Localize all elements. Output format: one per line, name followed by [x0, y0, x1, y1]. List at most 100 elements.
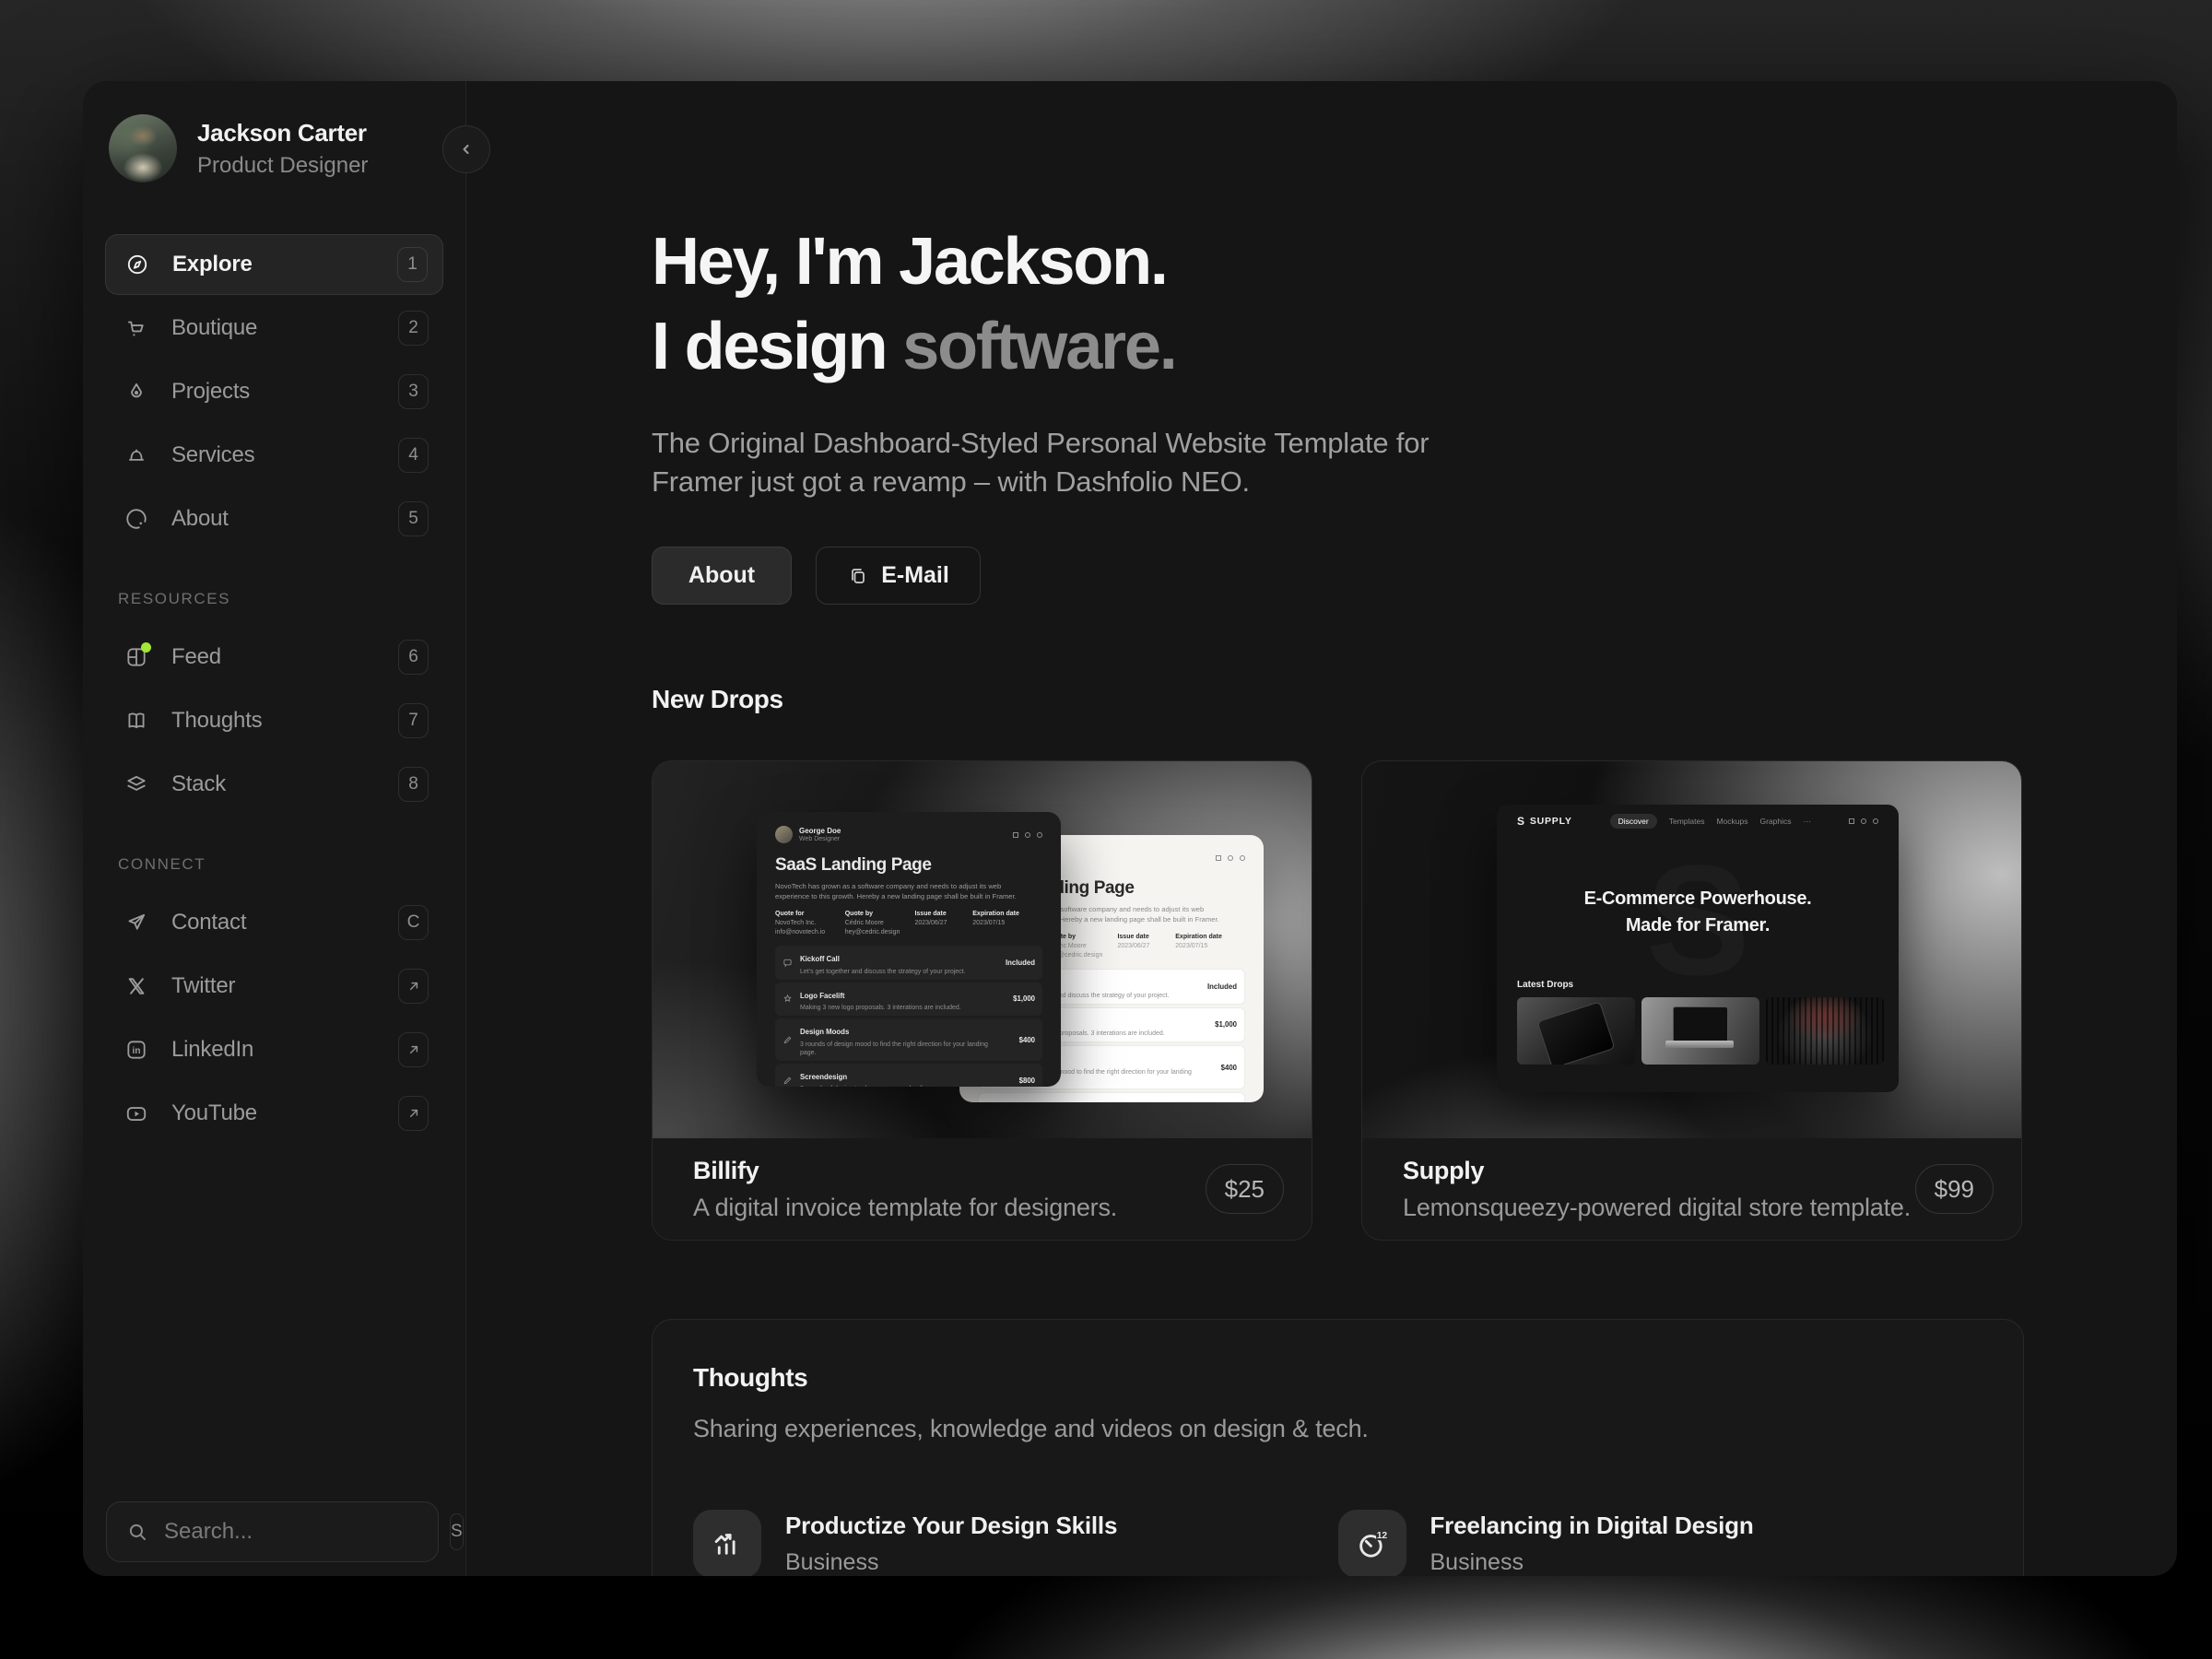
search-icon	[125, 1520, 149, 1544]
app-window: Jackson Carter Product Designer Explore …	[83, 81, 2177, 1576]
main-content: Hey, I'm Jackson. I design software. The …	[466, 81, 2177, 1576]
nav-label: Services	[171, 442, 255, 467]
external-arrow-icon	[398, 1032, 429, 1067]
invoice-meta-label: Quote by	[844, 910, 874, 917]
sidebar-collapse-button[interactable]	[442, 125, 490, 173]
shortcut-badge: 6	[398, 640, 429, 675]
chart-arrow-icon	[693, 1510, 761, 1576]
supply-nav-more: ···	[1803, 817, 1812, 826]
invoice-meta-label: Issue date	[914, 910, 947, 917]
section-label-resources: RESOURCES	[118, 590, 231, 607]
hero-subtitle: The Original Dashboard-Styled Personal W…	[652, 427, 1430, 498]
shortcut-badge: 2	[398, 311, 429, 346]
supply-latest-drops-label: Latest Drops	[1517, 980, 1574, 990]
thought-category: Business	[785, 1549, 879, 1575]
youtube-icon	[124, 1101, 148, 1125]
linkedin-icon: in	[124, 1038, 148, 1062]
sidebar-item-services[interactable]: Services 4	[105, 425, 443, 486]
compass-icon	[125, 253, 149, 276]
thumbnail-portrait	[1766, 997, 1884, 1065]
copy-icon	[847, 565, 869, 587]
layers-icon	[124, 772, 148, 796]
supply-social-icons	[1848, 818, 1878, 824]
book-icon	[124, 709, 148, 733]
sidebar-item-linkedin[interactable]: in LinkedIn	[105, 1019, 443, 1080]
profile-name: Jackson Carter	[197, 118, 367, 147]
invoice-description: NovoTech has grown as a software company…	[775, 882, 1017, 901]
about-button[interactable]: About	[652, 547, 792, 605]
thumbnail-tablet	[1517, 997, 1635, 1065]
invoice-meta-label: Issue date	[1117, 933, 1149, 940]
shortcut-badge: 3	[398, 374, 429, 409]
sidebar-nav: Explore 1 Boutique 2 Projects 3 Services…	[105, 234, 443, 1147]
billify-preview-image: George Doe Web Designer SaaS Landing Pag…	[653, 761, 1312, 1138]
nav-label: Twitter	[171, 973, 236, 998]
thought-item-freelancing[interactable]: 12 Freelancing in Digital Design Busines…	[1337, 1510, 1983, 1576]
x-logo-icon	[124, 974, 148, 998]
paper-plane-icon	[124, 911, 148, 935]
nav-label: Thoughts	[171, 708, 263, 733]
profile-role: Product Designer	[197, 152, 369, 178]
sidebar-item-thoughts[interactable]: Thoughts 7	[105, 690, 443, 751]
nav-label: Stack	[171, 771, 227, 796]
supply-nav-item: Mockups	[1716, 817, 1748, 826]
product-description: A digital invoice template for designers…	[693, 1193, 1118, 1221]
product-description: Lemonsqueezy-powered digital store templ…	[1403, 1193, 1912, 1221]
email-button[interactable]: E-Mail	[816, 547, 981, 605]
feed-grid-icon	[124, 642, 151, 669]
sidebar-item-youtube[interactable]: YouTube	[105, 1083, 443, 1144]
sidebar-item-projects[interactable]: Projects 3	[105, 361, 443, 422]
nav-label: Feed	[171, 644, 221, 669]
supply-hero-text: E-Commerce Powerhouse. Made for Framer.	[1583, 888, 1812, 935]
clock-12-icon: 12	[1337, 1510, 1406, 1576]
email-button-label: E-Mail	[881, 562, 949, 588]
sidebar-item-explore[interactable]: Explore 1	[105, 234, 443, 295]
sidebar-item-boutique[interactable]: Boutique 2	[105, 298, 443, 359]
supply-nav-item: Graphics	[1759, 817, 1792, 826]
shortcut-badge: 8	[398, 767, 429, 802]
svg-text:in: in	[132, 1046, 140, 1056]
shortcut-badge: 4	[398, 438, 429, 473]
thumbnail-laptop	[1641, 997, 1759, 1065]
nav-label: About	[171, 506, 229, 531]
shortcut-badge: 1	[397, 247, 428, 282]
thought-item-productize[interactable]: Productize Your Design Skills Business	[693, 1510, 1338, 1576]
bell-icon	[124, 443, 148, 467]
invoice-meta-label: Expiration date	[972, 910, 1019, 917]
pen-nib-icon	[124, 380, 148, 404]
hero-buttons: About E-Mail	[652, 547, 981, 605]
invoice-social-icons	[1013, 831, 1042, 838]
sidebar-item-twitter[interactable]: Twitter	[105, 956, 443, 1017]
sidebar-item-stack[interactable]: Stack 8	[105, 754, 443, 815]
nav-label: Contact	[171, 910, 247, 935]
invoice-avatar	[775, 826, 793, 843]
nav-label: YouTube	[171, 1100, 257, 1125]
search-box[interactable]: S	[106, 1501, 464, 1562]
avatar	[109, 114, 177, 182]
product-card-billify[interactable]: George Doe Web Designer SaaS Landing Pag…	[652, 760, 1312, 1241]
sidebar-item-contact[interactable]: Contact C	[105, 892, 443, 953]
search-input[interactable]	[164, 1519, 450, 1545]
nav-label: LinkedIn	[171, 1037, 254, 1062]
hero-title-line1: Hey, I'm Jackson.	[652, 225, 1169, 299]
section-label-connect: CONNECT	[118, 855, 206, 873]
nav-label: Boutique	[171, 315, 258, 340]
product-name: Billify	[693, 1156, 759, 1184]
supply-card-footer: Supply Lemonsqueezy-powered digital stor…	[1362, 1138, 2021, 1240]
sidebar: Jackson Carter Product Designer Explore …	[83, 81, 466, 1576]
sidebar-item-feed[interactable]: Feed 6	[105, 627, 443, 688]
shortcut-badge: 5	[398, 501, 429, 536]
price-badge: $25	[1205, 1164, 1284, 1214]
invoice-meta-label: Expiration date	[1175, 933, 1222, 940]
shortcut-badge: 7	[398, 703, 429, 738]
product-card-supply[interactable]: S SSUPPLY Discover Templates Mockups Gra…	[1361, 760, 2022, 1241]
supply-nav: Discover Templates Mockups Graphics ···	[1609, 814, 1812, 829]
hero-title-accent: software.	[902, 310, 1177, 383]
profile[interactable]: Jackson Carter Product Designer	[83, 81, 465, 182]
billify-card-footer: Billify A digital invoice template for d…	[653, 1138, 1312, 1240]
supply-nav-item: Discover	[1609, 814, 1657, 829]
sidebar-item-about[interactable]: About 5	[105, 488, 443, 549]
thoughts-subtitle: Sharing experiences, knowledge and video…	[693, 1415, 1369, 1442]
supply-site-mockup: S SSUPPLY Discover Templates Mockups Gra…	[1497, 805, 1899, 1092]
thought-title: Productize Your Design Skills	[785, 1512, 1118, 1539]
